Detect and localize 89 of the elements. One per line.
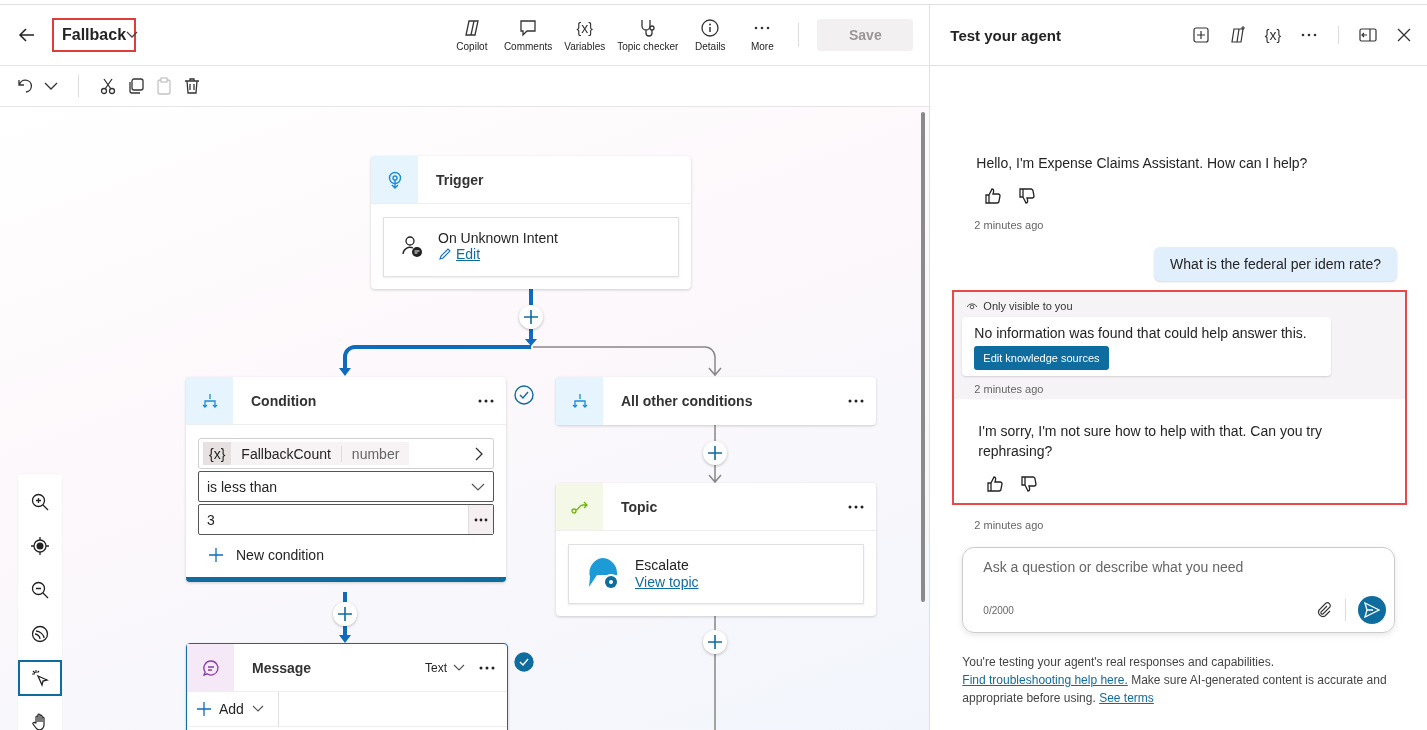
connector-line: [708, 424, 722, 484]
more-icon: [474, 517, 488, 522]
message-timestamp: 2 minutes ago: [973, 383, 1045, 395]
comments-action-button[interactable]: Comments: [497, 9, 559, 61]
plus-icon: [708, 446, 722, 460]
disclaimer-text: You're testing your agent's real responses and capabilities. Find troubleshooting help here. Make sure AI-generated content is accurate and appropriate before using. See terms: [962, 654, 1388, 707]
cut-icon[interactable]: [99, 77, 117, 95]
more-icon[interactable]: [479, 665, 495, 670]
chevron-right-icon: [475, 446, 483, 461]
undo-icon[interactable]: [16, 77, 34, 95]
condition-node-card[interactable]: Condition {x} FallbackCount number is less than 3 New condition: [186, 377, 506, 582]
undo-options-caret-icon[interactable]: [44, 81, 58, 91]
topic-node-card[interactable]: Topic Escalate View topic: [556, 483, 876, 616]
select-icon[interactable]: [18, 660, 62, 696]
plus-icon: [197, 702, 211, 716]
user-message-bubble: What is the federal per idem rate?: [1154, 247, 1397, 281]
trigger-icon: [386, 170, 403, 189]
delete-icon[interactable]: [183, 77, 201, 95]
operator-dropdown[interactable]: is less than: [198, 471, 494, 502]
plus-icon: [708, 635, 722, 649]
notice-text: No information was found that could help answer this.: [974, 325, 1308, 341]
footer-link[interactable]: Find troubleshooting help here.: [962, 673, 1128, 687]
connector-line: [339, 590, 351, 643]
chevron-down-icon: [251, 705, 264, 713]
more-icon[interactable]: [848, 504, 864, 509]
node-title: Trigger: [436, 171, 485, 188]
new-condition-button[interactable]: New condition: [208, 547, 494, 563]
redirect-icon: [570, 499, 589, 514]
caret-icon: [126, 31, 139, 39]
plus-icon: [524, 310, 538, 324]
pencil-icon: [438, 246, 452, 261]
variables-action-button[interactable]: {x} Variables: [558, 9, 612, 61]
all-other-conditions-node-card[interactable]: All other conditions: [556, 377, 876, 425]
node-title: All other conditions: [621, 393, 754, 409]
chat-bubble-icon: [201, 658, 220, 677]
message-timestamp: 2 minutes ago: [973, 519, 1045, 531]
thumbs-up-icon[interactable]: [986, 475, 1005, 493]
topic-name: Escalate: [635, 557, 690, 573]
plus-icon: [208, 547, 224, 563]
add-node-button[interactable]: [703, 441, 727, 465]
footer-link[interactable]: See terms: [1099, 691, 1154, 705]
attach-icon[interactable]: [1315, 601, 1333, 619]
visibility-label: Only visible to you: [983, 300, 1073, 312]
trigger-node-card[interactable]: Trigger On Unknown Intent Edit: [371, 156, 691, 289]
send-button[interactable]: [1358, 596, 1386, 624]
chevron-down-icon: [453, 663, 465, 672]
node-title: Message: [252, 659, 313, 676]
character-counter: 0/2000: [983, 604, 1015, 616]
more-icon: [754, 26, 771, 30]
eye-icon: [966, 301, 979, 311]
message-node-card[interactable]: Message Text Add: [186, 643, 508, 730]
add-button[interactable]: Add: [197, 692, 279, 726]
view-topic-link[interactable]: View topic: [635, 574, 699, 590]
details-action-button[interactable]: Details: [684, 9, 737, 61]
more-icon[interactable]: [478, 398, 494, 403]
checker-action-button[interactable]: Topic checker: [611, 9, 685, 61]
thumbs-down-icon[interactable]: [1020, 475, 1039, 493]
node-title: Condition: [251, 392, 318, 409]
chevron-down-icon: [471, 482, 485, 491]
add-node-button[interactable]: [333, 602, 357, 626]
variables-button[interactable]: {x}: [1260, 22, 1286, 48]
send-icon: [1364, 602, 1380, 618]
info-icon: [700, 18, 721, 38]
edit-knowledge-sources-button[interactable]: Edit knowledge sources: [974, 346, 1109, 370]
branch-icon: [571, 393, 588, 409]
message-timestamp: 2 minutes ago: [973, 219, 1045, 231]
person-chat-icon: [400, 235, 424, 259]
edit-link[interactable]: Edit: [438, 245, 481, 262]
more-icon[interactable]: [848, 399, 864, 403]
thumbs-up-icon[interactable]: [984, 187, 1003, 205]
copy-icon[interactable]: [127, 77, 145, 95]
thumbs-down-icon[interactable]: [1018, 187, 1037, 205]
comment-icon: [518, 18, 539, 38]
add-node-button[interactable]: [703, 630, 727, 654]
variable-picker[interactable]: {x} FallbackCount number: [198, 438, 494, 469]
branch-icon: [201, 392, 218, 409]
copilot-action-button[interactable]: Copilot: [445, 9, 498, 61]
trigger-event-label: On Unknown Intent: [438, 229, 558, 246]
format-dropdown[interactable]: Text: [425, 660, 465, 675]
topic-name-dropdown[interactable]: Fallback: [52, 18, 137, 52]
plus-icon: [338, 607, 352, 621]
node-title: Topic: [621, 498, 659, 515]
bot-message: Hello, I'm Expense Claims Assistant. How can I help?: [975, 154, 1309, 173]
variable-chip: {x} FallbackCount number: [203, 442, 410, 465]
more-action-button[interactable]: More: [736, 9, 789, 61]
scrollbar[interactable]: [921, 112, 925, 602]
panel-title: Test your agent: [950, 26, 1062, 44]
bot-message: I'm sorry, I'm not sure how to help with that. Can you try rephrasing?: [977, 422, 1323, 461]
add-node-button[interactable]: [519, 305, 543, 329]
